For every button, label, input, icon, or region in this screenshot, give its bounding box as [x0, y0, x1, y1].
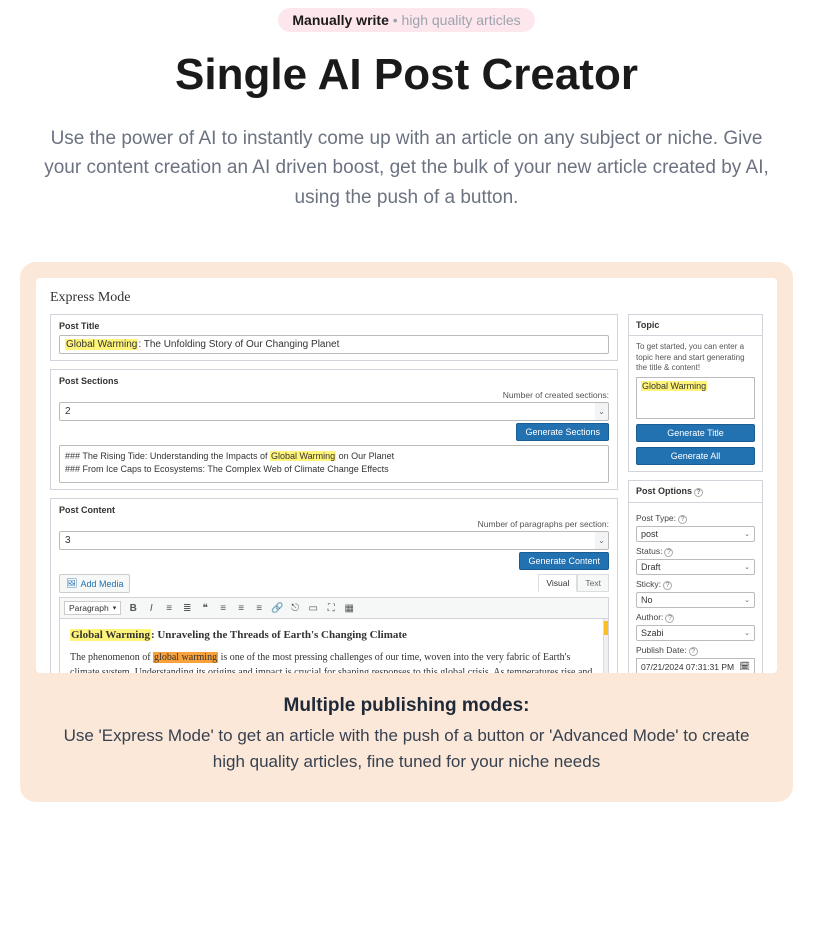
post-type-label: Post Type:?: [636, 513, 755, 524]
more-icon[interactable]: ▭: [307, 603, 319, 614]
sections-count-chevron[interactable]: ⌄: [595, 402, 609, 421]
post-title-box: Post Title Global Warming: The Unfolding…: [50, 314, 618, 361]
mode-title: Express Mode: [50, 290, 763, 306]
sections-textarea[interactable]: ### The Rising Tide: Understanding the I…: [59, 445, 609, 483]
post-type-select[interactable]: post⌄: [636, 526, 755, 542]
post-options-box: Post Options? Post Type:? post⌄ Status:?…: [628, 480, 763, 673]
author-label: Author:?: [636, 612, 755, 623]
author-select[interactable]: Szabi⌄: [636, 625, 755, 641]
tab-text[interactable]: Text: [577, 574, 609, 592]
generate-content-button[interactable]: Generate Content: [519, 552, 609, 570]
chevron-down-icon: ⌄: [744, 596, 750, 604]
help-icon[interactable]: ?: [664, 548, 673, 557]
unlink-icon[interactable]: ⎋: [289, 603, 301, 614]
italic-icon[interactable]: I: [145, 603, 157, 614]
bold-icon[interactable]: B: [127, 603, 139, 614]
chevron-down-icon: ⌄: [744, 629, 750, 637]
post-options-heading: Post Options?: [629, 481, 762, 503]
post-sections-label: Post Sections: [59, 376, 609, 386]
post-sections-box: Post Sections Number of created sections…: [50, 369, 618, 490]
publish-date-input[interactable]: 07/21/2024 07:31:31 PM🗓: [636, 658, 755, 673]
chevron-down-icon: ⌄: [744, 530, 750, 538]
scrollbar-thumb[interactable]: [604, 621, 608, 635]
post-title-label: Post Title: [59, 321, 609, 331]
post-title-rest: : The Unfolding Story of Our Changing Pl…: [138, 339, 339, 350]
editor-content[interactable]: Global Warming: Unraveling the Threads o…: [59, 619, 609, 673]
align-center-icon[interactable]: ≡: [235, 603, 247, 614]
sections-count-input[interactable]: 2: [59, 402, 595, 421]
caption-text: Use 'Express Mode' to get an article wit…: [47, 723, 767, 774]
editor-toolbar: Paragraph▾ B I ≡ ≣ ❝ ≡ ≡ ≡ 🔗 ⎋ ▭: [59, 597, 609, 619]
topic-textarea[interactable]: Global Warming: [636, 377, 755, 419]
generate-title-button[interactable]: Generate Title: [636, 424, 755, 442]
chevron-down-icon: ⌄: [744, 563, 750, 571]
sticky-select[interactable]: No⌄: [636, 592, 755, 608]
sticky-label: Sticky:?: [636, 579, 755, 590]
bullet-list-icon[interactable]: ≡: [163, 603, 175, 614]
generate-all-button[interactable]: Generate All: [636, 447, 755, 465]
post-content-label: Post Content: [59, 505, 609, 515]
status-label: Status:?: [636, 546, 755, 557]
paragraphs-count-input[interactable]: 3: [59, 531, 595, 550]
lead-paragraph: Use the power of AI to instantly come up…: [37, 124, 777, 212]
fullscreen-icon[interactable]: ⛶: [325, 603, 337, 614]
calendar-icon: 🗓: [739, 661, 750, 672]
badge-strong: Manually write: [292, 12, 388, 28]
header-badge: Manually write • high quality articles: [278, 8, 534, 32]
screenshot-express-mode: Express Mode Post Title Global Warming: …: [36, 278, 777, 673]
paragraph-select[interactable]: Paragraph▾: [64, 601, 121, 615]
post-content-box: Post Content Number of paragraphs per se…: [50, 498, 618, 673]
help-icon[interactable]: ?: [694, 488, 703, 497]
number-list-icon[interactable]: ≣: [181, 603, 193, 614]
topic-help: To get started, you can enter a topic he…: [636, 342, 755, 373]
badge-light: • high quality articles: [389, 12, 521, 28]
align-left-icon[interactable]: ≡: [217, 603, 229, 614]
toolbar-toggle-icon[interactable]: ▦: [343, 603, 355, 614]
publish-date-label: Publish Date:?: [636, 645, 755, 656]
post-title-highlight: Global Warming: [65, 339, 138, 350]
help-icon[interactable]: ?: [678, 515, 687, 524]
generate-sections-button[interactable]: Generate Sections: [516, 423, 609, 441]
topic-box: Topic To get started, you can enter a to…: [628, 314, 763, 472]
help-icon[interactable]: ?: [663, 581, 672, 590]
editor-tabs: Visual Text: [538, 574, 609, 592]
paragraphs-label: Number of paragraphs per section:: [59, 519, 609, 529]
media-icon: 🖼: [66, 578, 77, 589]
add-media-button[interactable]: 🖼Add Media: [59, 574, 130, 593]
help-icon[interactable]: ?: [665, 614, 674, 623]
created-sections-label: Number of created sections:: [59, 390, 609, 400]
paragraphs-count-chevron[interactable]: ⌄: [595, 531, 609, 550]
post-title-input[interactable]: Global Warming: The Unfolding Story of O…: [59, 335, 609, 354]
feature-panel: Express Mode Post Title Global Warming: …: [20, 262, 793, 802]
page-title: Single AI Post Creator: [20, 50, 793, 100]
topic-heading: Topic: [629, 315, 762, 336]
status-select[interactable]: Draft⌄: [636, 559, 755, 575]
tab-visual[interactable]: Visual: [538, 574, 577, 592]
editor-scrollbar[interactable]: [603, 619, 608, 673]
align-right-icon[interactable]: ≡: [253, 603, 265, 614]
link-icon[interactable]: 🔗: [271, 603, 283, 614]
caption-heading: Multiple publishing modes:: [36, 695, 777, 717]
help-icon[interactable]: ?: [689, 647, 698, 656]
quote-icon[interactable]: ❝: [199, 603, 211, 614]
